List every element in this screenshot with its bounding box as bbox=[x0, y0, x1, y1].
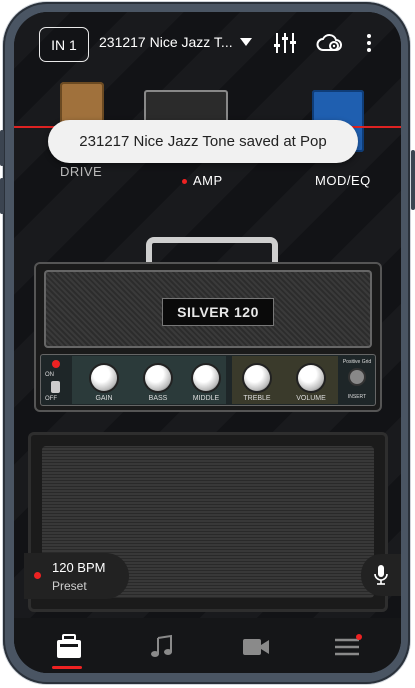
mic-icon bbox=[374, 565, 388, 585]
switch-off-label: OFF bbox=[45, 396, 57, 402]
input-label: IN 1 bbox=[51, 36, 77, 53]
volume-label: VOLUME bbox=[296, 395, 326, 402]
music-note-icon[interactable] bbox=[147, 634, 177, 660]
switch-on-label: ON bbox=[45, 372, 54, 378]
treble-label: TREBLE bbox=[243, 395, 271, 402]
preset-name[interactable]: 231217 Nice Jazz T... bbox=[99, 34, 249, 50]
insert-label: INSERT bbox=[347, 394, 367, 400]
treble-knob[interactable] bbox=[244, 365, 270, 391]
knob-section-left: GAIN BASS MIDDLE bbox=[72, 356, 226, 404]
brand-label: Positive Grid bbox=[342, 359, 372, 365]
tempo-mode: Preset bbox=[52, 579, 87, 593]
sliders-icon[interactable] bbox=[272, 30, 298, 56]
power-switch[interactable] bbox=[51, 381, 60, 393]
more-icon[interactable] bbox=[362, 30, 376, 56]
app-screen: IN 1 231217 Nice Jazz T... DRIVE AMP MOD… bbox=[14, 12, 401, 673]
power-button bbox=[411, 150, 415, 210]
amp-grill: SILVER 120 bbox=[44, 270, 372, 348]
power-switch-area: ON OFF bbox=[44, 356, 70, 404]
top-bar: IN 1 231217 Nice Jazz T... bbox=[14, 12, 401, 70]
chain-label-amp-text: AMP bbox=[193, 173, 223, 188]
tempo-indicator-dot bbox=[34, 572, 41, 579]
amp-control-panel: ON OFF GAIN BASS MIDDLE TREBLE VOLUME Po… bbox=[40, 354, 376, 406]
chevron-down-icon[interactable] bbox=[240, 38, 252, 46]
menu-icon[interactable] bbox=[332, 634, 362, 660]
insert-section: Positive Grid INSERT bbox=[340, 356, 374, 404]
toast-message: 231217 Nice Jazz Tone saved at Pop bbox=[79, 133, 327, 150]
chain-label-drive[interactable]: DRIVE bbox=[60, 164, 102, 179]
active-dot bbox=[182, 179, 187, 185]
bass-label: BASS bbox=[148, 395, 168, 402]
middle-label: MIDDLE bbox=[192, 395, 220, 402]
active-tab-indicator bbox=[52, 666, 82, 669]
insert-jack[interactable] bbox=[350, 370, 364, 384]
tempo-button[interactable]: 120 BPM Preset bbox=[24, 553, 129, 599]
mic-button[interactable] bbox=[361, 554, 401, 596]
chain-label-mod-eq[interactable]: MOD/EQ bbox=[315, 173, 371, 188]
gain-knob[interactable] bbox=[91, 365, 117, 391]
middle-knob[interactable] bbox=[193, 365, 219, 391]
input-selector-button[interactable]: IN 1 bbox=[39, 27, 89, 62]
knob-section-right: TREBLE VOLUME bbox=[232, 356, 338, 404]
amp-name: SILVER 120 bbox=[177, 304, 259, 320]
video-icon[interactable] bbox=[241, 634, 271, 660]
amp-icon[interactable] bbox=[54, 634, 84, 660]
volume-knob[interactable] bbox=[298, 365, 324, 391]
amp-badge: SILVER 120 bbox=[162, 298, 274, 326]
volume-up-button bbox=[0, 130, 4, 166]
bass-knob[interactable] bbox=[145, 365, 171, 391]
saved-toast: 231217 Nice Jazz Tone saved at Pop bbox=[48, 120, 358, 163]
amp-head[interactable]: SILVER 120 ON OFF GAIN BASS MIDDLE TREBL… bbox=[34, 262, 382, 412]
gain-label: GAIN bbox=[95, 395, 113, 402]
bpm-value: 120 BPM bbox=[52, 560, 106, 575]
cloud-sync-icon[interactable] bbox=[316, 30, 344, 56]
volume-down-button bbox=[0, 178, 4, 214]
chain-label-amp[interactable]: AMP bbox=[182, 173, 223, 188]
power-led bbox=[52, 360, 60, 368]
bottom-nav bbox=[14, 618, 401, 673]
